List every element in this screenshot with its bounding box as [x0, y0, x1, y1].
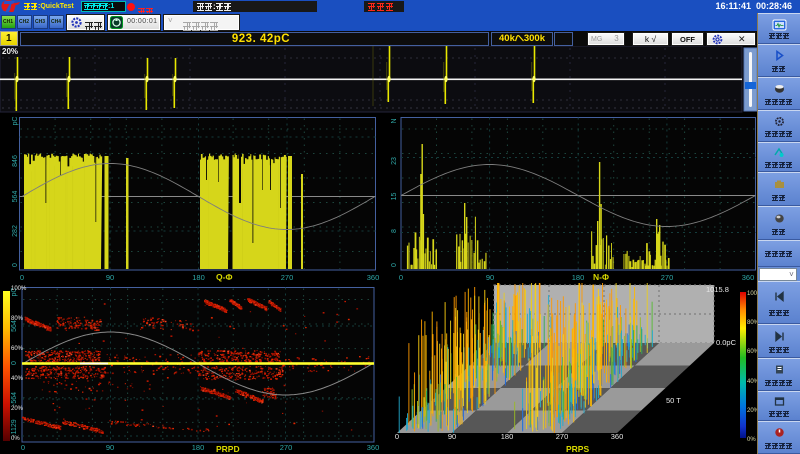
- svg-text:360: 360: [611, 432, 624, 441]
- svg-text:-1129: -1129: [11, 419, 18, 436]
- svg-text:270: 270: [556, 432, 569, 441]
- svg-text:8: 8: [391, 229, 398, 233]
- svg-text:PRPS: PRPS: [566, 444, 589, 454]
- svg-text:60%: 60%: [11, 346, 24, 352]
- svg-text:N-Φ: N-Φ: [593, 272, 609, 282]
- svg-text:pC: pC: [12, 117, 19, 126]
- svg-text:180: 180: [192, 273, 205, 282]
- svg-text:270: 270: [281, 273, 294, 282]
- svg-text:360: 360: [367, 443, 380, 452]
- svg-text:564: 564: [12, 191, 19, 203]
- svg-text:180: 180: [572, 273, 585, 282]
- svg-text:0: 0: [391, 263, 398, 267]
- svg-text:0.0pC: 0.0pC: [716, 338, 737, 347]
- svg-text:0: 0: [11, 361, 18, 365]
- svg-text:-564: -564: [11, 392, 18, 406]
- svg-text:0: 0: [21, 443, 25, 452]
- svg-text:20%: 20%: [11, 406, 24, 412]
- svg-text:0: 0: [399, 273, 403, 282]
- svg-text:0%: 0%: [747, 437, 756, 443]
- svg-text:PRPD: PRPD: [216, 444, 240, 454]
- svg-text:180: 180: [501, 432, 514, 441]
- svg-text:180: 180: [192, 443, 205, 452]
- svg-text:0: 0: [20, 273, 24, 282]
- svg-text:1015.8: 1015.8: [706, 285, 729, 294]
- svg-text:360: 360: [742, 273, 755, 282]
- svg-text:90: 90: [486, 273, 494, 282]
- svg-text:90: 90: [448, 432, 456, 441]
- svg-text:360: 360: [367, 273, 380, 282]
- svg-text:846: 846: [12, 155, 19, 167]
- svg-text:0: 0: [395, 432, 399, 441]
- svg-text:50 T: 50 T: [666, 396, 681, 405]
- svg-text:282: 282: [12, 225, 19, 237]
- svg-text:0: 0: [12, 263, 19, 267]
- svg-text:20%: 20%: [2, 47, 18, 56]
- svg-text:40%: 40%: [11, 376, 24, 382]
- svg-text:15: 15: [391, 193, 398, 201]
- svg-text:N: N: [391, 118, 398, 123]
- svg-text:270: 270: [661, 273, 674, 282]
- svg-text:100%: 100%: [11, 286, 27, 292]
- svg-text:90: 90: [106, 273, 114, 282]
- svg-text:80%: 80%: [11, 316, 24, 322]
- svg-text:23: 23: [391, 157, 398, 165]
- svg-text:90: 90: [106, 443, 114, 452]
- svg-text:270: 270: [280, 443, 293, 452]
- svg-text:Q-Φ: Q-Φ: [216, 272, 232, 282]
- svg-text:0%: 0%: [11, 436, 20, 442]
